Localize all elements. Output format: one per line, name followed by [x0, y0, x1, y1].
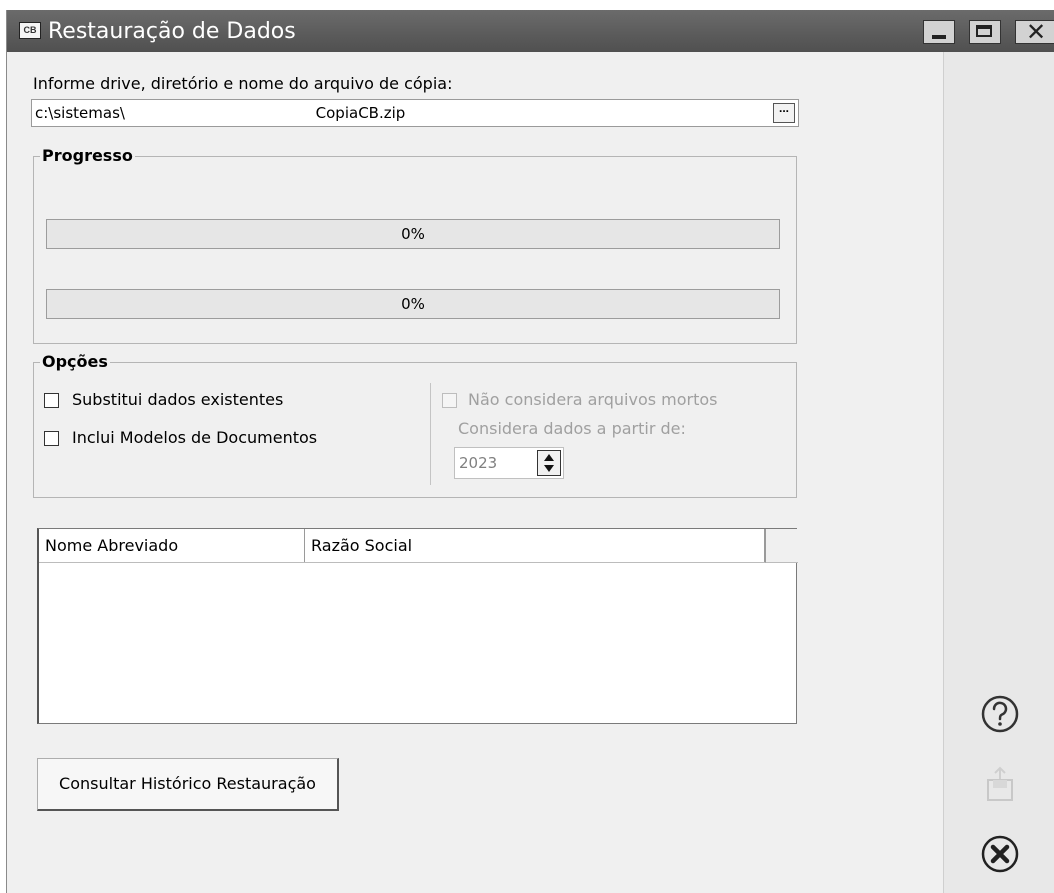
nao-considera-label: Não considera arquivos mortos: [468, 390, 718, 409]
nao-considera-checkbox[interactable]: [442, 393, 457, 408]
year-spinner[interactable]: 2023: [454, 447, 564, 479]
minimize-button[interactable]: [923, 20, 955, 44]
year-value: 2023: [459, 454, 498, 472]
column-header-razao-social[interactable]: Razão Social: [305, 529, 765, 562]
empresas-table[interactable]: Nome Abreviado Razão Social: [37, 528, 798, 724]
file-path-label: Informe drive, diretório e nome do arqui…: [33, 74, 453, 93]
title-bar[interactable]: CB Restauração de Dados ✕: [7, 10, 1054, 52]
column-header-nome-abreviado[interactable]: Nome Abreviado: [39, 529, 305, 562]
export-icon: [987, 766, 1013, 801]
options-group-title: Opções: [40, 352, 110, 371]
table-header-filler: [765, 529, 798, 563]
inclui-checkbox[interactable]: [44, 431, 59, 446]
table-header: Nome Abreviado Razão Social: [39, 529, 765, 563]
file-path-value: c:\sistemas\ CopiaCB.zip: [35, 104, 406, 122]
app-icon[interactable]: CB: [19, 22, 41, 39]
close-window-button[interactable]: ✕: [1015, 18, 1054, 46]
options-divider: [430, 383, 431, 485]
help-icon[interactable]: [980, 694, 1020, 734]
progress-group-title: Progresso: [40, 146, 135, 165]
file-path-input[interactable]: c:\sistemas\ CopiaCB.zip ...: [31, 99, 799, 127]
progress-bar-1-text: 0%: [401, 225, 425, 243]
substitui-checkbox[interactable]: [44, 393, 59, 408]
considera-label: Considera dados a partir de:: [458, 419, 686, 438]
browse-button[interactable]: ...: [773, 102, 795, 123]
progress-bar-1: 0%: [46, 219, 780, 249]
inclui-label[interactable]: Inclui Modelos de Documentos: [72, 428, 317, 447]
progress-group: Progresso 0% 0%: [33, 146, 797, 344]
year-spin-buttons[interactable]: [537, 450, 561, 476]
close-circle-icon[interactable]: [980, 834, 1020, 874]
progress-bar-2-text: 0%: [401, 295, 425, 313]
options-group: Opções Substitui dados existentes Inclui…: [33, 352, 797, 498]
maximize-button[interactable]: [969, 20, 1001, 44]
window-title: Restauração de Dados: [48, 19, 296, 44]
progress-bar-2: 0%: [46, 289, 780, 319]
right-toolbar: [943, 52, 1054, 893]
restore-window: CB Restauração de Dados ✕ Informe drive,…: [6, 10, 1054, 893]
close-icon: ✕: [1026, 18, 1047, 46]
substitui-label[interactable]: Substitui dados existentes: [72, 390, 283, 409]
consultar-historico-button[interactable]: Consultar Histórico Restauração: [37, 758, 339, 811]
